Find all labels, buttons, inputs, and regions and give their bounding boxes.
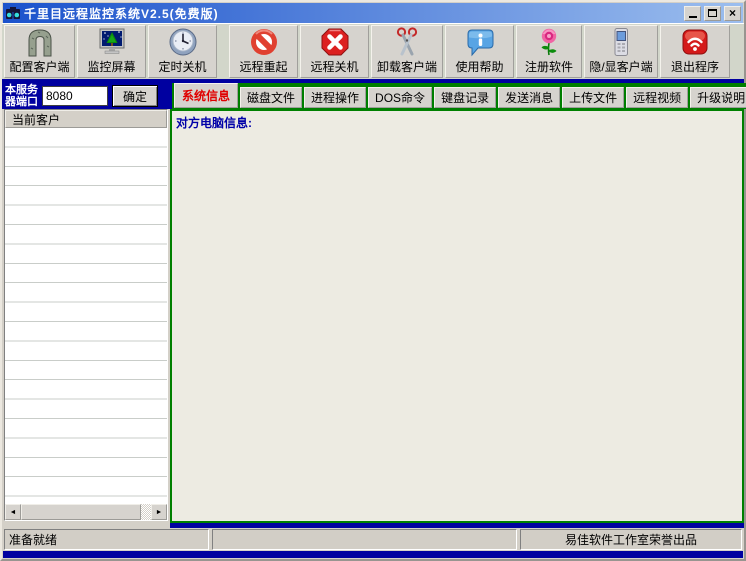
toolbar-label: 配置客户端 bbox=[9, 58, 69, 75]
monitor-screen-button[interactable]: 监控屏幕 bbox=[77, 25, 146, 78]
app-binoculars-icon bbox=[5, 5, 21, 21]
window-title: 千里目远程监控系统V2.5(免费版) bbox=[24, 5, 681, 22]
configure-client-button[interactable]: 配置客户端 bbox=[4, 25, 75, 78]
tab-upload-file[interactable]: 上传文件 bbox=[562, 87, 624, 108]
toolbar: 配置客户端 监控屏幕 bbox=[2, 23, 744, 79]
minimize-icon bbox=[689, 16, 697, 18]
toolbar-label: 卸载客户端 bbox=[377, 58, 437, 75]
content-column: 对方电脑信息: bbox=[170, 109, 744, 528]
tab-system-info[interactable]: 系统信息 bbox=[174, 83, 238, 108]
status-credits: 易佳软件工作室荣誉出品 bbox=[520, 529, 742, 550]
tab-upgrade-notes[interactable]: 升级说明 bbox=[690, 87, 746, 108]
status-middle bbox=[212, 529, 517, 550]
minimize-button[interactable] bbox=[684, 6, 701, 21]
toolbar-label: 隐/显客户端 bbox=[589, 58, 652, 75]
maximize-button[interactable] bbox=[704, 6, 721, 21]
close-button[interactable]: × bbox=[724, 6, 741, 21]
status-bar: 准备就绪 易佳软件工作室荣誉出品 bbox=[4, 529, 742, 550]
remote-info-panel: 对方电脑信息: bbox=[170, 109, 744, 523]
phone-icon bbox=[605, 26, 637, 58]
uninstall-client-button[interactable]: 卸载客户端 bbox=[371, 25, 443, 78]
tab-disk-files[interactable]: 磁盘文件 bbox=[240, 87, 302, 108]
exit-signal-icon bbox=[679, 26, 711, 58]
remote-shutdown-button[interactable]: 远程关机 bbox=[300, 25, 369, 78]
port-label: 本服务 器端口 bbox=[5, 84, 38, 108]
scheduled-shutdown-button[interactable]: 定时关机 bbox=[148, 25, 217, 78]
stop-x-icon bbox=[319, 26, 351, 58]
toolbar-label: 远程重起 bbox=[239, 58, 287, 75]
toolbar-label: 监控屏幕 bbox=[87, 58, 135, 75]
help-button[interactable]: 使用帮助 bbox=[445, 25, 514, 78]
bottom-accent-strip bbox=[3, 551, 743, 558]
tab-remote-video[interactable]: 远程视频 bbox=[626, 87, 688, 108]
toolbar-label: 退出程序 bbox=[671, 58, 719, 75]
monitor-screen-icon bbox=[96, 26, 128, 58]
client-list-header[interactable]: 当前客户 bbox=[5, 110, 167, 128]
tab-send-message[interactable]: 发送消息 bbox=[498, 87, 560, 108]
help-bubble-icon bbox=[464, 26, 496, 58]
horizontal-scrollbar[interactable]: ◄ ► bbox=[5, 504, 167, 520]
client-listview: 当前客户 ◄ ► bbox=[4, 109, 168, 521]
stone-arch-icon bbox=[24, 26, 56, 58]
tab-dos-command[interactable]: DOS命令 bbox=[368, 87, 432, 108]
client-list-body[interactable] bbox=[5, 128, 167, 504]
client-panel: 当前客户 ◄ ► bbox=[2, 109, 170, 528]
confirm-button[interactable]: 确定 bbox=[112, 85, 158, 107]
no-entry-icon bbox=[248, 26, 280, 58]
toolbar-label: 远程关机 bbox=[310, 58, 358, 75]
clock-icon bbox=[167, 26, 199, 58]
app-window: 千里目远程监控系统V2.5(免费版) × 配置客户端 bbox=[0, 0, 746, 561]
tab-keylogger[interactable]: 键盘记录 bbox=[434, 87, 496, 108]
toolbar-label: 注册软件 bbox=[525, 58, 573, 75]
scrollbar-track[interactable] bbox=[141, 504, 151, 520]
maximize-icon bbox=[708, 9, 717, 17]
arrow-left-icon: ◄ bbox=[10, 509, 17, 516]
remote-restart-button[interactable]: 远程重起 bbox=[229, 25, 298, 78]
scissors-icon bbox=[391, 26, 423, 58]
arrow-right-icon: ► bbox=[156, 509, 163, 516]
exit-program-button[interactable]: 退出程序 bbox=[660, 25, 730, 78]
tab-process-ops[interactable]: 进程操作 bbox=[304, 87, 366, 108]
port-section: 本服务 器端口 确定 bbox=[2, 83, 172, 109]
title-bar: 千里目远程监控系统V2.5(免费版) × bbox=[3, 3, 743, 23]
status-ready: 准备就绪 bbox=[4, 529, 209, 550]
hide-show-client-button[interactable]: 隐/显客户端 bbox=[584, 25, 658, 78]
tab-bar: 系统信息 磁盘文件 进程操作 DOS命令 键盘记录 发送消息 上传文件 远程视频… bbox=[172, 83, 746, 109]
main-area: 当前客户 ◄ ► 对方电脑信息: bbox=[2, 109, 744, 528]
remote-info-label: 对方电脑信息: bbox=[176, 116, 252, 130]
port-input[interactable] bbox=[42, 86, 108, 106]
divider-strip-bottom bbox=[170, 523, 744, 528]
rose-icon bbox=[533, 26, 565, 58]
scrollbar-thumb[interactable] bbox=[21, 504, 141, 520]
control-row: 本服务 器端口 确定 系统信息 磁盘文件 进程操作 DOS命令 键盘记录 发送消… bbox=[2, 83, 744, 109]
toolbar-label: 使用帮助 bbox=[455, 58, 503, 75]
toolbar-label: 定时关机 bbox=[158, 58, 206, 75]
scroll-left-button[interactable]: ◄ bbox=[5, 504, 21, 520]
close-icon: × bbox=[729, 7, 736, 19]
register-software-button[interactable]: 注册软件 bbox=[516, 25, 582, 78]
scroll-right-button[interactable]: ► bbox=[151, 504, 167, 520]
